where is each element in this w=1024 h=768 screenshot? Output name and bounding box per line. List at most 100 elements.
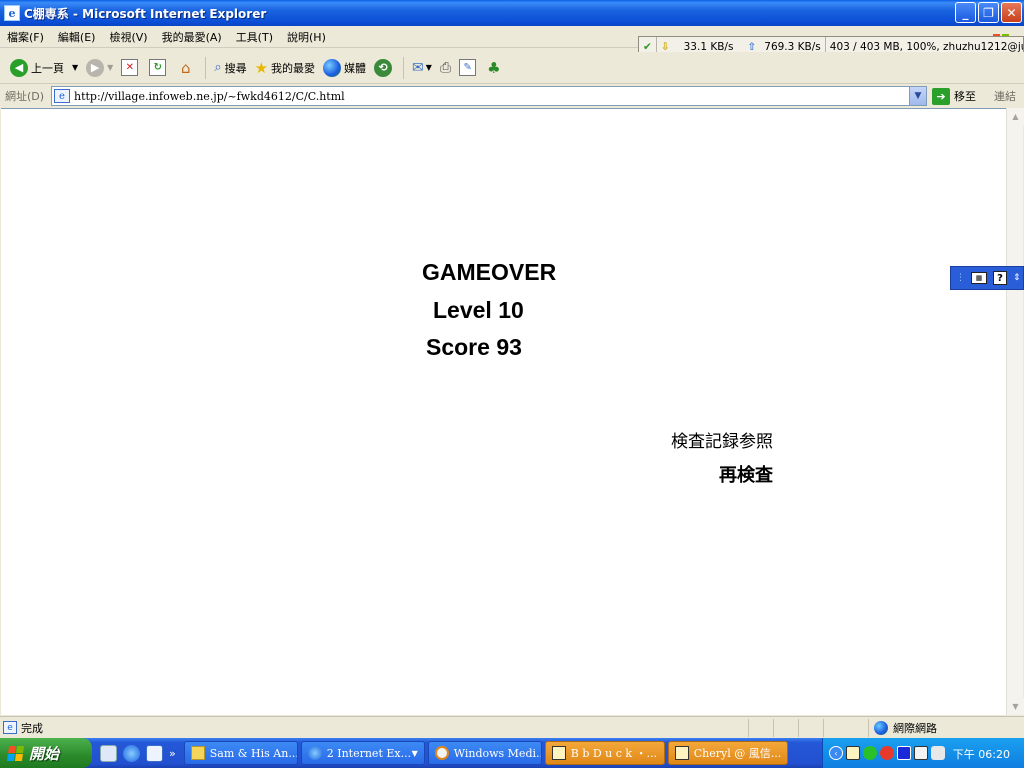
network-icon[interactable] xyxy=(914,746,928,760)
forward-button[interactable]: ▶ ▼ xyxy=(82,55,117,81)
chevron-down-icon: ▼ xyxy=(411,748,418,758)
menu-favorites[interactable]: 我的最愛(A) xyxy=(155,29,229,45)
messenger-icon: ♣ xyxy=(487,58,501,77)
taskbar: 開始 » Sam & His An... 2 Internet Ex... ▼ … xyxy=(0,738,1024,768)
restore-button[interactable]: ❐ xyxy=(978,2,999,23)
back-button[interactable]: ◀ 上一頁 ▼ xyxy=(6,55,82,81)
firewall-icon[interactable] xyxy=(880,746,894,760)
status-text: 完成 xyxy=(21,721,43,735)
menu-help[interactable]: 說明(H) xyxy=(280,29,333,45)
clock[interactable]: 下午 06:20 xyxy=(953,746,1010,762)
retry-link[interactable]: 再検査 xyxy=(719,461,773,487)
refresh-icon: ↻ xyxy=(149,59,167,76)
globe-icon xyxy=(323,58,342,77)
address-bar: 網址(D) e http://village.infoweb.ne.jp/~fw… xyxy=(0,85,1024,107)
address-input[interactable]: e http://village.infoweb.ne.jp/~fwkd4612… xyxy=(51,86,927,106)
level-readout: Level 10 xyxy=(433,297,524,323)
ie-page-icon: e xyxy=(4,5,20,21)
menu-tools[interactable]: 工具(T) xyxy=(229,29,280,45)
play-icon[interactable] xyxy=(897,746,911,760)
menu-file[interactable]: 檔案(F) xyxy=(0,29,51,45)
forward-arrow-icon: ▶ xyxy=(86,58,105,77)
printer-icon: ⎙ xyxy=(439,59,452,76)
volume-icon[interactable] xyxy=(931,746,945,760)
taskbar-button[interactable]: Sam & His An... xyxy=(183,741,298,765)
chevron-double-right-icon[interactable]: » xyxy=(169,747,176,760)
favorites-button[interactable]: ★ 我的最愛 xyxy=(251,55,319,81)
ie-icon[interactable] xyxy=(123,744,140,762)
history-icon: ⟲ xyxy=(374,58,393,77)
edit-button[interactable]: ✎ xyxy=(455,55,483,81)
folder-icon xyxy=(190,746,205,760)
stop-icon: ✕ xyxy=(121,59,139,76)
help-icon[interactable]: ? xyxy=(993,271,1007,285)
star-icon: ★ xyxy=(254,58,269,77)
vertical-scrollbar[interactable]: ▲ ▼ xyxy=(1006,108,1024,715)
ie-icon[interactable] xyxy=(146,744,163,762)
keyboard-icon[interactable]: ▦ xyxy=(971,272,987,284)
menu-edit[interactable]: 編輯(E) xyxy=(51,29,103,45)
home-icon: ⌂ xyxy=(181,58,191,77)
windows-logo-icon xyxy=(6,745,25,761)
game-over-title: GAMEOVER xyxy=(422,259,557,285)
address-label: 網址(D) xyxy=(5,90,45,103)
history-button[interactable]: ⟲ xyxy=(370,55,399,81)
mail-icon: ✉ xyxy=(412,59,424,76)
ie-page-icon: e xyxy=(3,721,17,734)
taskbar-button[interactable]: Cheryl @ 風信... xyxy=(667,741,788,765)
minimize-button[interactable]: _ xyxy=(955,2,976,23)
mail-button[interactable]: ✉ ▼ xyxy=(408,55,436,81)
back-arrow-icon: ◀ xyxy=(10,58,28,77)
home-button[interactable]: ⌂ xyxy=(173,55,201,81)
status-divider xyxy=(748,719,749,737)
system-tray: ‹ 下午 06:20 xyxy=(822,738,1024,768)
scroll-down-icon[interactable]: ▼ xyxy=(1007,698,1024,715)
media-player-icon xyxy=(434,746,449,760)
search-button[interactable]: ⌕ 搜尋 xyxy=(210,55,250,81)
edit-page-icon: ✎ xyxy=(459,59,477,76)
media-button[interactable]: 媒體 xyxy=(319,55,370,81)
ie-icon xyxy=(307,746,322,760)
address-dropdown[interactable]: ▼ xyxy=(909,87,926,105)
taskbar-button[interactable]: Windows Medi... xyxy=(427,741,542,765)
outlook-icon[interactable] xyxy=(100,744,117,762)
toolbar-separator xyxy=(205,56,207,79)
taskbar-button[interactable]: 2 Internet Ex... ▼ xyxy=(300,741,425,765)
chat-window-icon xyxy=(551,746,566,760)
page-content: GAMEOVER Level 10 Score 93 検査記録参照 再検査 xyxy=(1,108,1006,715)
go-button[interactable]: ➔ 移至 xyxy=(932,86,976,106)
ime-toolbar[interactable]: ⋮ ▦ ? ⇕ xyxy=(950,266,1024,290)
internet-zone-icon xyxy=(874,721,888,735)
menu-view[interactable]: 檢視(V) xyxy=(102,29,154,45)
stop-button[interactable]: ✕ xyxy=(117,55,145,81)
chevron-down-icon: ▼ xyxy=(72,63,79,72)
print-button[interactable]: ⎙ xyxy=(436,55,455,81)
search-icon: ⌕ xyxy=(214,60,222,75)
links-bar[interactable]: 連結 xyxy=(994,88,1016,104)
chevron-down-icon[interactable]: ⇕ xyxy=(1013,273,1021,283)
start-button[interactable]: 開始 xyxy=(0,738,92,768)
toolbar-separator xyxy=(403,56,405,79)
status-divider xyxy=(823,719,824,737)
chevron-left-icon[interactable]: ‹ xyxy=(829,746,843,760)
status-divider xyxy=(868,719,869,737)
title-bar[interactable]: e C棚専系 - Microsoft Internet Explorer _ ❐… xyxy=(0,0,1024,26)
refresh-button[interactable]: ↻ xyxy=(145,55,173,81)
ie-window: e C棚専系 - Microsoft Internet Explorer _ ❐… xyxy=(0,0,1024,738)
chevron-down-icon: ▼ xyxy=(107,63,114,72)
close-button[interactable]: ✕ xyxy=(1001,2,1022,23)
view-history-link[interactable]: 検査記録参照 xyxy=(671,427,773,452)
taskbar-button[interactable]: B b D u c k ・... xyxy=(544,741,665,765)
score-readout: Score 93 xyxy=(426,334,522,360)
chat-window-icon[interactable] xyxy=(846,746,860,760)
ie-page-icon: e xyxy=(54,89,70,103)
chat-window-icon xyxy=(674,746,689,760)
messenger-button[interactable]: ♣ xyxy=(483,55,504,81)
grip-icon: ⋮ xyxy=(956,273,965,283)
url-text[interactable]: http://village.infoweb.ne.jp/~fwkd4612/C… xyxy=(74,90,345,103)
scroll-up-icon[interactable]: ▲ xyxy=(1007,108,1024,125)
arrow-down-icon: ⇩ xyxy=(660,40,670,53)
standard-toolbar: ◀ 上一頁 ▼ ▶ ▼ ✕ ↻ ⌂ ⌕ 搜尋 ★ 我的最愛 媒體 ⟲ ✉ ▼ ⎙… xyxy=(0,52,1024,84)
security-zone: 網際網路 xyxy=(874,720,937,736)
messenger-icon[interactable] xyxy=(863,746,877,760)
